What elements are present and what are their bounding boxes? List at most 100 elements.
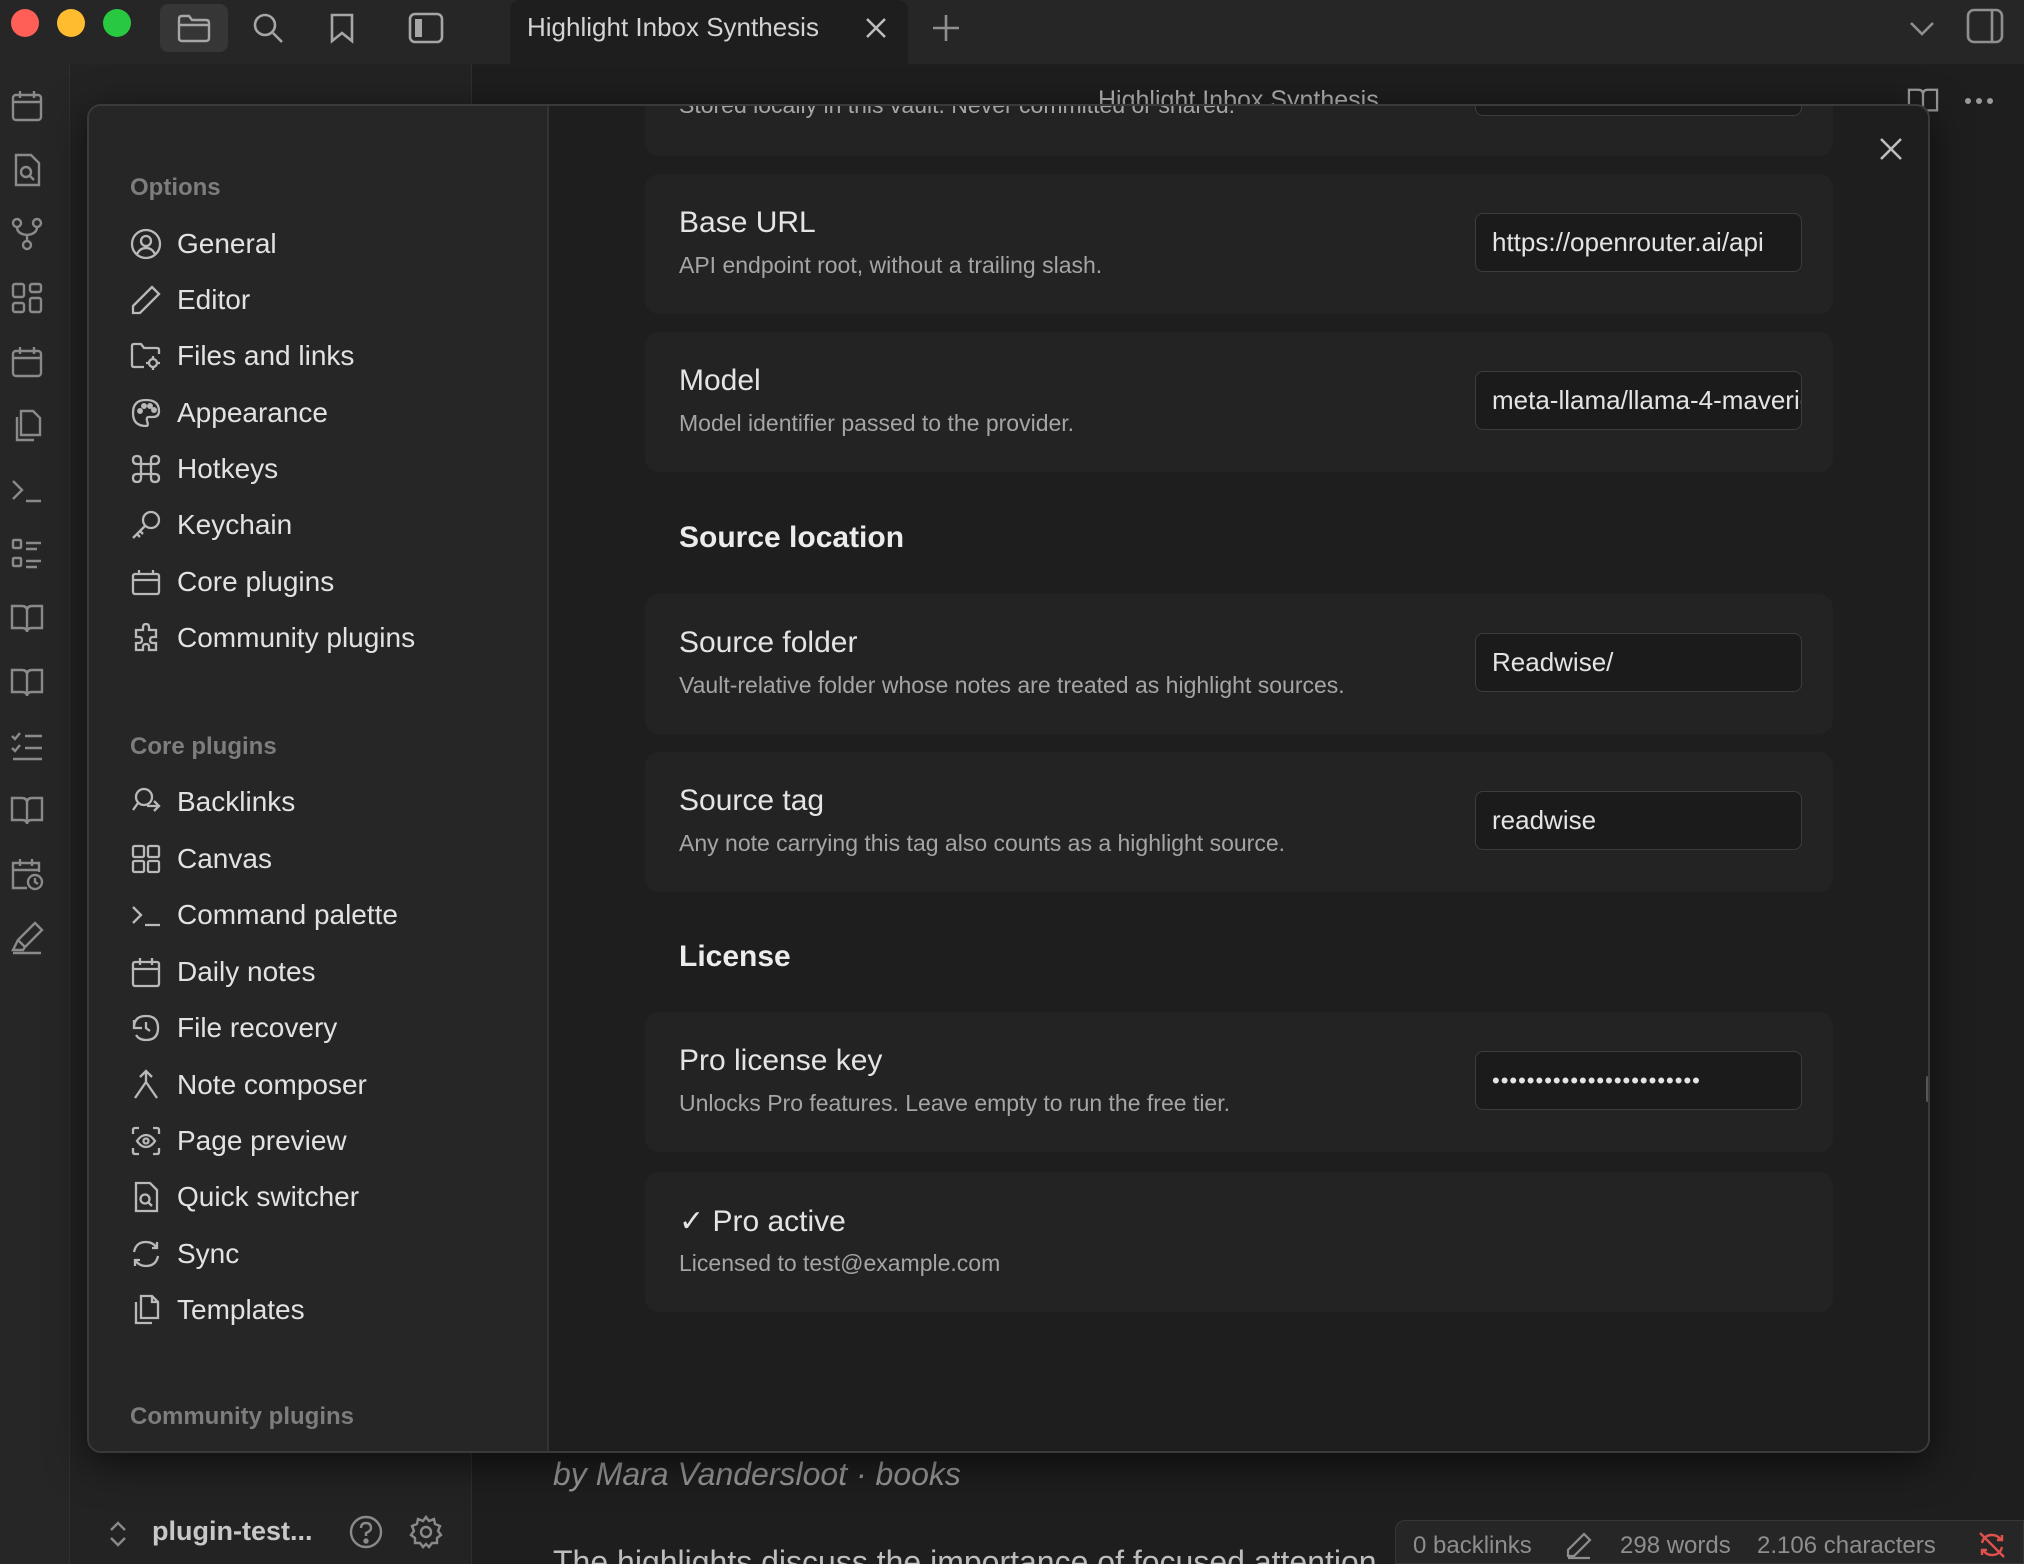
settings-nav-editor[interactable]: Editor (129, 276, 529, 324)
ribbon-tasks-button[interactable] (9, 728, 45, 764)
settings-nav-canvas[interactable]: Canvas (129, 835, 529, 883)
terminal-icon (129, 898, 163, 932)
tab-list-button[interactable] (1906, 12, 1938, 44)
setting-name: Base URL (679, 206, 816, 239)
chevrons-up-down-icon (106, 1518, 130, 1550)
settings-nav-sync[interactable]: Sync (129, 1230, 529, 1278)
settings-nav-label: General (177, 228, 277, 259)
ribbon-quick-switcher-button[interactable] (9, 152, 45, 188)
ribbon-canvas-button[interactable] (9, 280, 45, 316)
settings-nav-files-and-links[interactable]: Files and links (129, 332, 529, 380)
close-icon (1877, 135, 1905, 163)
more-options-button[interactable] (1964, 96, 1994, 106)
book-open-icon (9, 664, 45, 700)
source-folder-input[interactable]: Readwise/ (1475, 633, 1802, 692)
window-close-button[interactable] (11, 9, 39, 37)
bookmarks-button[interactable] (308, 4, 376, 52)
settings-nav-general[interactable]: General (129, 220, 529, 268)
sidebar-toggle-button[interactable] (392, 4, 460, 52)
scrollbar-thumb[interactable] (1926, 1076, 1928, 1102)
model-input[interactable]: meta-llama/llama-4-maverick (1475, 371, 1802, 430)
settings-nav-file-recovery[interactable]: File recovery (129, 1004, 529, 1052)
vault-switcher-button[interactable] (106, 1518, 130, 1550)
ribbon-graph-button[interactable] (9, 216, 45, 252)
pro-license-key-input[interactable]: •••••••••••••••••••••••• (1475, 1051, 1802, 1110)
ribbon-calendar-button[interactable] (9, 88, 45, 124)
highlighter-icon (9, 920, 45, 956)
git-fork-icon (9, 216, 45, 252)
setting-description: Stored locally in this vault. Never comm… (679, 104, 1236, 118)
settings-nav-hotkeys[interactable]: Hotkeys (129, 445, 529, 493)
settings-nav-templates[interactable]: Templates (129, 1286, 529, 1334)
folder-icon (177, 13, 211, 43)
window-minimize-button[interactable] (57, 9, 85, 37)
settings-nav-label: Files and links (177, 340, 355, 371)
community-plugins-heading: Community plugins (130, 1403, 354, 1430)
settings-sidebar: Options General Editor Files and links A… (89, 106, 549, 1451)
api-key-input[interactable] (1475, 106, 1802, 116)
settings-nav-quick-switcher[interactable]: Quick switcher (129, 1173, 529, 1221)
help-button[interactable] (348, 1514, 384, 1550)
vault-name[interactable]: plugin-test... (152, 1516, 312, 1547)
character-count: 2.106 characters (1757, 1532, 1936, 1559)
right-sidebar-toggle[interactable] (1966, 8, 2004, 44)
close-settings-button[interactable] (1868, 126, 1914, 172)
window-maximize-button[interactable] (103, 9, 131, 37)
ribbon-daily-note-button[interactable] (9, 344, 45, 380)
settings-nav-label: Community plugins (177, 622, 416, 653)
command-icon (129, 452, 163, 486)
file-explorer-toggle[interactable] (160, 4, 228, 52)
sync-status-button[interactable] (1977, 1530, 2007, 1560)
settings-nav-command-palette[interactable]: Command palette (129, 891, 529, 939)
calendar-icon (9, 88, 45, 124)
settings-nav-community-plugins[interactable]: Community plugins (129, 614, 529, 662)
history-icon (129, 1011, 163, 1045)
ribbon-highlighter-button[interactable] (9, 920, 45, 956)
backlinks-icon (129, 785, 163, 819)
ribbon-list-button[interactable] (9, 536, 45, 572)
ribbon-reading-button[interactable] (9, 600, 45, 636)
section-heading-license: License (679, 940, 791, 973)
new-tab-button[interactable] (930, 12, 962, 44)
close-tab-button[interactable] (862, 14, 890, 42)
calendar-clock-icon (9, 856, 45, 892)
settings-modal: Options General Editor Files and links A… (87, 104, 1930, 1453)
sidebar-right-icon (1966, 8, 2004, 44)
ribbon-calendar-clock-button[interactable] (9, 856, 45, 892)
search-button[interactable] (234, 4, 302, 52)
settings-nav-label: Editor (177, 284, 251, 315)
plugin-box-icon (129, 565, 163, 599)
note-byline: by Mara Vandersloot · books (553, 1456, 961, 1492)
ribbon-reading-button-2[interactable] (9, 664, 45, 700)
settings-button[interactable] (408, 1514, 444, 1550)
ribbon-templates-button[interactable] (9, 408, 45, 444)
setting-description: Vault-relative folder whose notes are tr… (679, 672, 1345, 698)
settings-nav-keychain[interactable]: Keychain (129, 501, 529, 549)
tab-title: Highlight Inbox Synthesis (527, 12, 819, 42)
calendar-icon (9, 344, 45, 380)
ribbon-book-button[interactable] (9, 792, 45, 828)
files-icon (9, 408, 45, 444)
base-url-input[interactable]: https://openrouter.ai/api (1475, 213, 1802, 272)
edit-mode-button[interactable] (1564, 1530, 1594, 1560)
help-circle-icon (348, 1514, 384, 1550)
settings-nav-note-composer[interactable]: Note composer (129, 1061, 529, 1109)
settings-nav-appearance[interactable]: Appearance (129, 389, 529, 437)
backlinks-count[interactable]: 0 backlinks (1413, 1532, 1532, 1560)
sync-off-icon (1977, 1530, 2007, 1560)
settings-nav-label: Hotkeys (177, 453, 279, 484)
files-icon (129, 1293, 163, 1327)
settings-nav-backlinks[interactable]: Backlinks (129, 778, 529, 826)
word-count: 298 words (1620, 1532, 1731, 1559)
settings-nav-daily-notes[interactable]: Daily notes (129, 948, 529, 996)
palette-icon (129, 396, 163, 430)
settings-nav-label: File recovery (177, 1012, 338, 1043)
ribbon-command-palette-button[interactable] (9, 472, 45, 508)
list-icon (9, 536, 45, 572)
setting-description: API endpoint root, without a trailing sl… (679, 252, 1103, 278)
settings-nav-core-plugins[interactable]: Core plugins (129, 558, 529, 606)
settings-nav-label: Daily notes (177, 956, 316, 987)
settings-nav-page-preview[interactable]: Page preview (129, 1117, 529, 1165)
source-tag-input[interactable]: readwise (1475, 791, 1802, 850)
puzzle-icon (129, 621, 163, 655)
